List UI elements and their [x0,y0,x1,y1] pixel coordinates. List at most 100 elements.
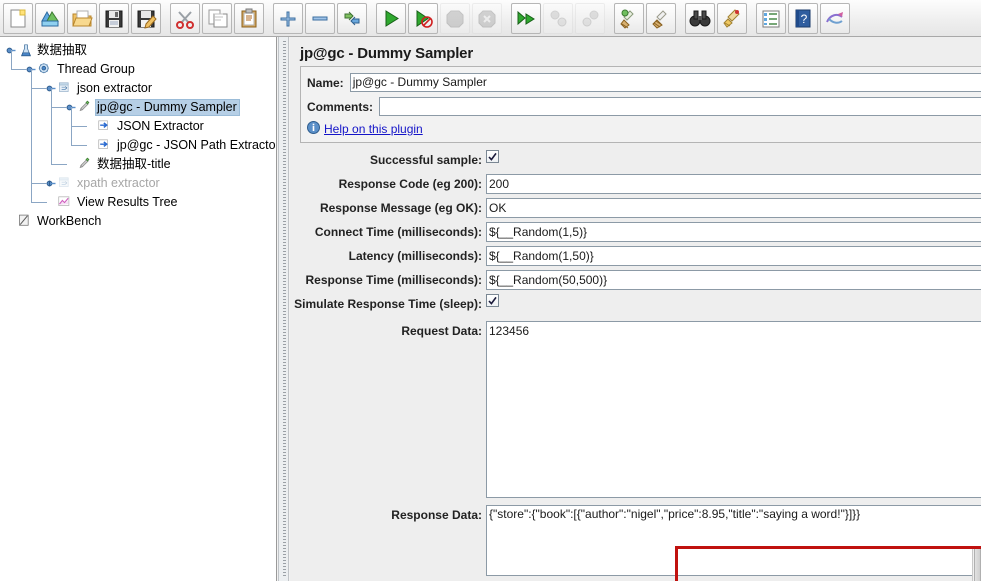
connect-time-value-cell: ${__Random(1,5)} [486,222,981,242]
simulate-response-time-checkbox[interactable] [486,294,499,307]
copy-icon [206,8,228,29]
toolbar-group-5 [613,2,677,35]
new-button[interactable] [3,2,33,34]
collapse-all-button[interactable] [305,2,335,34]
tree-leaf-marker [86,140,97,151]
test-plan-tree[interactable]: 数据抽取 Thread Group json extractor jp@gc - Du… [0,37,276,231]
toolbar-separator [503,2,510,35]
tree-node-workbench[interactable]: WorkBench [0,212,276,231]
search-button[interactable] [685,2,715,34]
start-no-pauses-button[interactable] [408,2,438,34]
request-data-row: Request Data: 123456 [290,321,981,498]
name-row: Name: jp@gc - Dummy Sampler [307,72,981,93]
tree-node-label: jp@gc - JSON Path Extractor [117,138,277,152]
broom-clear-all-icon [650,8,672,29]
stop-octagon-icon [444,8,466,29]
clear-all-button[interactable] [646,2,676,34]
toolbar-separator [748,2,755,35]
stop-button [440,2,470,34]
copy-button[interactable] [202,2,232,34]
reset-search-button[interactable] [717,2,747,34]
connect-time-input[interactable]: ${__Random(1,5)} [486,222,981,242]
name-input[interactable]: jp@gc - Dummy Sampler [349,73,981,92]
comments-row: Comments: [307,96,981,117]
response-time-label: Response Time (milliseconds): [305,273,483,287]
tree-node-json-path-extractor[interactable]: jp@gc - JSON Path Extractor [0,136,276,155]
test-plan-tree-pane[interactable]: 数据抽取 Thread Group json extractor jp@gc - Du… [0,37,277,581]
tree-leaf-marker [86,121,97,132]
latency-value-cell: ${__Random(1,50)} [486,246,981,266]
field-row-successful-sample: Successful sample: [290,150,981,174]
simulate-response-time-label: Simulate Response Time (sleep): [294,297,482,311]
thread-group-icon [37,61,55,78]
help-on-this-plugin-link[interactable]: Help on this plugin [324,122,423,136]
paste-button[interactable] [234,2,264,34]
tree-connector [31,202,47,203]
view-results-tree-icon [57,194,75,211]
info-icon [307,121,320,137]
response-data-input[interactable]: {"store":{"book":[{"author":"nigel","pri… [486,505,981,576]
tree-connector [51,164,67,165]
tree-node-dummy-sampler[interactable]: jp@gc - Dummy Sampler [0,98,276,117]
templates-button[interactable] [35,2,65,34]
tree-node-label: Thread Group [57,62,135,76]
toolbar-group-4 [510,2,606,35]
post-processor-icon [97,137,115,154]
field-row-connect-time: Connect Time (milliseconds): ${__Random(1… [290,222,981,246]
undo-button[interactable] [820,2,850,34]
field-row-simulate-response-time: Simulate Response Time (sleep): [290,294,981,318]
tree-expander-collapsed[interactable] [46,178,57,189]
response-message-value-cell: OK [486,198,981,218]
start-button[interactable] [376,2,406,34]
tree-connector [11,69,27,70]
dummy-sampler-form: Successful sample: Response Code (eg 200)… [290,150,981,498]
response-code-input[interactable]: 200 [486,174,981,194]
function-list-icon [760,8,782,29]
save-as-button[interactable] [131,2,161,34]
toggle-button[interactable] [337,2,367,34]
help-book-icon: ? [792,8,814,29]
latency-input[interactable]: ${__Random(1,50)} [486,246,981,266]
simulate-response-time-value-cell [486,294,981,307]
templates-icon [39,8,61,29]
tree-node-json-extractor-pp[interactable]: JSON Extractor [0,117,276,136]
comments-input[interactable] [379,97,981,116]
tree-connector [71,107,72,145]
tree-connector [31,69,32,202]
shutdown-x-icon [476,8,498,29]
field-row-response-time: Response Time (milliseconds): ${__Random(… [290,270,981,294]
tree-node-label: View Results Tree [77,195,178,209]
response-message-input[interactable]: OK [486,198,981,218]
shutdown-button [472,2,502,34]
pane-splitter[interactable] [278,37,289,581]
tree-connector [71,126,87,127]
clipboard-paste-icon [238,8,260,29]
save-button[interactable] [99,2,129,34]
sampler-config-pane: jp@gc - Dummy Sampler Name: jp@gc - Dumm… [290,37,981,581]
plus-icon [277,8,299,29]
response-data-scrollbar[interactable] [972,547,981,581]
field-row-latency: Latency (milliseconds): ${__Random(1,50)} [290,246,981,270]
help-button[interactable]: ? [788,2,818,34]
function-helper-button[interactable] [756,2,786,34]
latency-label: Latency (milliseconds): [348,249,482,263]
open-button[interactable] [67,2,97,34]
response-time-input[interactable]: ${__Random(50,500)} [486,270,981,290]
tree-node-thread-group[interactable]: Thread Group [0,60,276,79]
undo-swirl-icon [824,8,846,29]
clear-button[interactable] [614,2,644,34]
successful-sample-checkbox[interactable] [486,150,499,163]
scrollbar-thumb[interactable] [974,548,981,581]
toolbar-group-2 [272,2,368,35]
broom-reset-icon [721,8,743,29]
remote-start-all-button[interactable] [511,2,541,34]
expand-all-button[interactable] [273,2,303,34]
remote-stop-all-button [543,2,573,34]
toolbar-group-6 [684,2,748,35]
cut-button[interactable] [170,2,200,34]
tree-connector [31,88,47,89]
request-data-input[interactable]: 123456 [486,321,981,498]
remote-shutdown-icon [579,8,601,29]
tree-node-test-plan[interactable]: 数据抽取 [0,41,276,60]
tree-node-title-sampler[interactable]: 数据抽取-title [0,155,276,174]
